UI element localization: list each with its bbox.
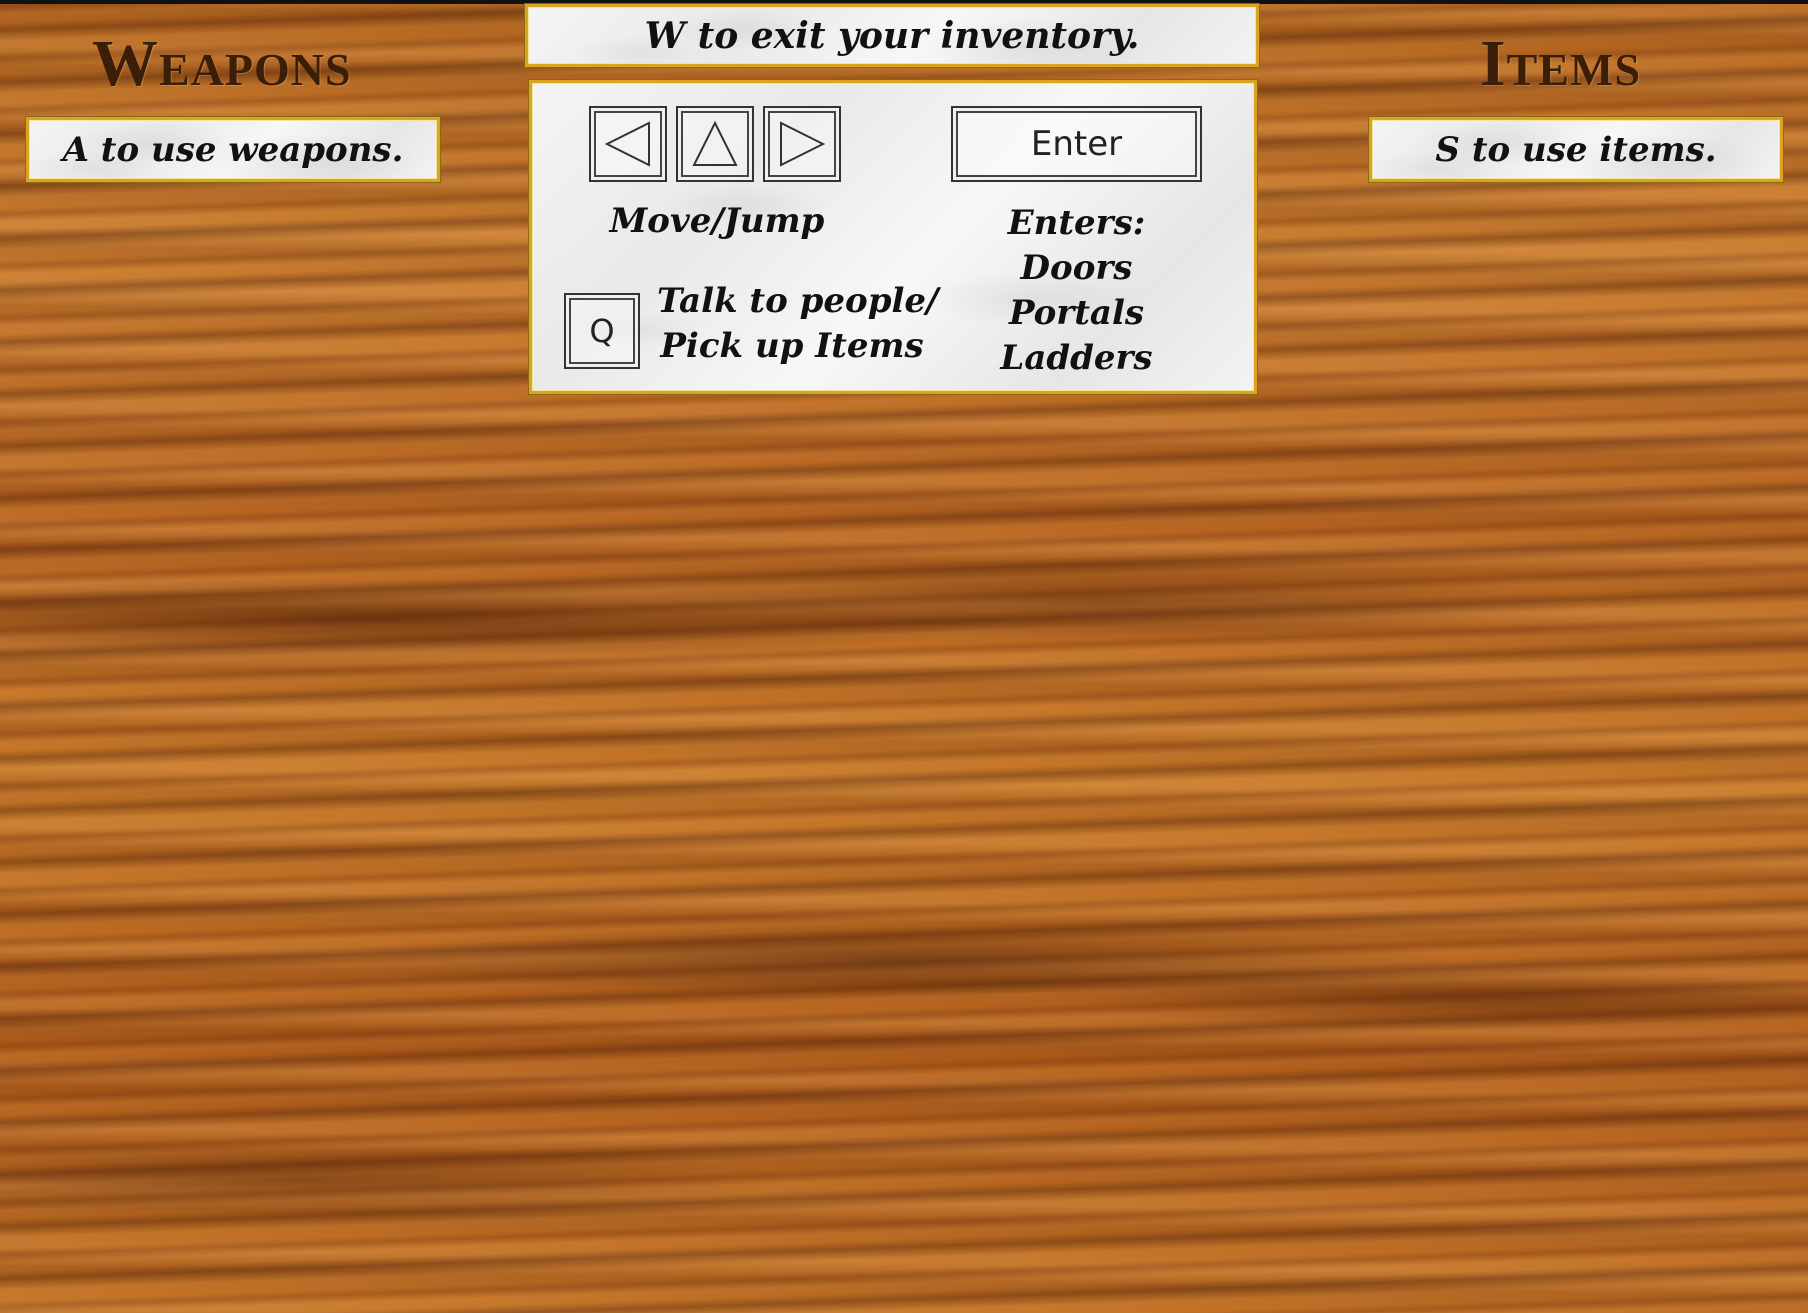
- items-heading: Items: [1480, 27, 1642, 100]
- left-arrow-icon: [604, 121, 650, 167]
- exit-inventory-text: W to exit your inventory.: [644, 15, 1140, 57]
- q-key[interactable]: Q: [564, 293, 640, 369]
- enters-item-ladders: Ladders: [1000, 338, 1153, 378]
- talk-label-line1: Talk to people/: [657, 281, 939, 321]
- weapons-hint-text: A to use weapons.: [62, 130, 404, 170]
- move-jump-label: Move/Jump: [609, 201, 825, 241]
- right-arrow-icon: [780, 121, 826, 167]
- left-arrow-key[interactable]: [589, 106, 667, 182]
- enters-title: Enters:: [1007, 203, 1146, 243]
- enters-item-doors: Doors: [1020, 248, 1133, 288]
- exit-inventory-banner: W to exit your inventory.: [525, 4, 1259, 67]
- controls-panel: Move/Jump Enter Enters: Doors Portals La…: [529, 80, 1257, 394]
- enters-item-portals: Portals: [1008, 293, 1145, 333]
- weapons-heading: Weapons: [92, 27, 352, 100]
- items-hint-panel: S to use items.: [1369, 117, 1783, 182]
- enter-key[interactable]: Enter: [951, 106, 1202, 182]
- up-arrow-icon: [692, 120, 738, 166]
- up-arrow-key[interactable]: [676, 106, 754, 182]
- talk-label-line2: Pick up Items: [660, 326, 924, 366]
- weapons-hint-panel: A to use weapons.: [26, 117, 440, 182]
- items-hint-text: S to use items.: [1435, 130, 1717, 170]
- right-arrow-key[interactable]: [763, 106, 841, 182]
